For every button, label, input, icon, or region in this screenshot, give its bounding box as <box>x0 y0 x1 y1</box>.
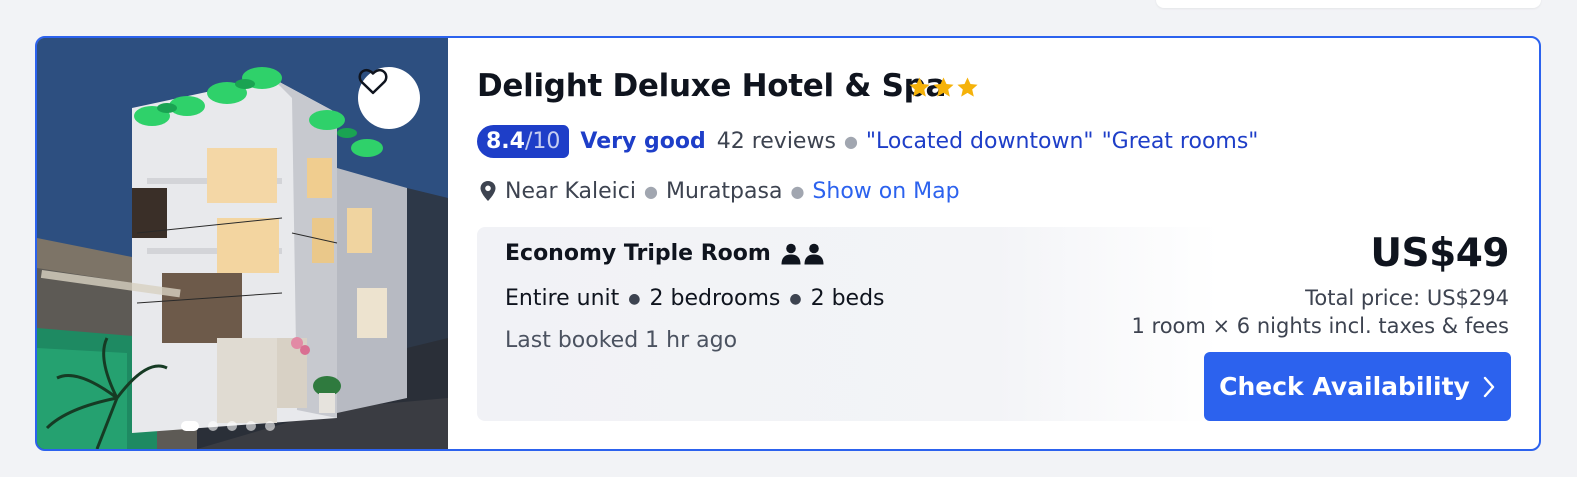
separator-dot: ● <box>790 181 805 201</box>
total-price: Total price: US$294 <box>1305 286 1509 310</box>
previous-result-card <box>1156 0 1541 8</box>
rating-row: 8.4/10 Very good 42 reviews ● "Located d… <box>477 124 1266 158</box>
separator-dot: ● <box>789 290 802 307</box>
review-count-link[interactable]: 42 reviews <box>717 129 836 154</box>
stay-summary: 1 room × 6 nights incl. taxes & fees <box>1131 314 1510 338</box>
review-highlight[interactable]: "Great rooms" <box>1102 129 1259 154</box>
room-detail: Entire unit <box>505 286 620 311</box>
two-person-icon <box>781 243 824 265</box>
star-icon <box>909 77 930 97</box>
nightly-price: US$49 <box>1370 231 1509 276</box>
room-detail: 2 bedrooms <box>649 286 781 311</box>
carousel-indicators <box>181 421 275 431</box>
rating-out-of: /10 <box>524 128 561 154</box>
location-row: Near Kaleici ● Muratpasa ● Show on Map <box>479 175 960 207</box>
separator-dot: ● <box>628 290 641 307</box>
star-icon <box>957 77 978 97</box>
map-pin-icon <box>480 181 496 201</box>
review-highlight[interactable]: "Located downtown" <box>866 129 1094 154</box>
chevron-right-icon <box>1483 376 1495 397</box>
separator-dot: ● <box>843 131 858 151</box>
location-area: Near Kaleici <box>505 178 637 204</box>
carousel-dot-active[interactable] <box>181 421 199 431</box>
star-icon <box>933 77 954 97</box>
rating-label: Very good <box>580 128 706 154</box>
carousel-dot[interactable] <box>227 421 237 431</box>
star-rating <box>908 76 979 99</box>
check-availability-label: Check Availability <box>1219 372 1470 401</box>
check-availability-button[interactable]: Check Availability <box>1204 352 1511 421</box>
rating-score: 8.4 <box>486 128 525 154</box>
hotel-result-card[interactable]: Delight Deluxe Hotel & Spa 8.4/10 Very g… <box>35 36 1541 451</box>
hotel-photo[interactable] <box>37 38 448 449</box>
carousel-dot[interactable] <box>208 421 218 431</box>
location-district: Muratpasa <box>665 178 783 204</box>
room-detail: 2 beds <box>810 286 885 311</box>
last-booked-text: Last booked 1 hr ago <box>505 328 738 353</box>
room-details: Entire unit ● 2 bedrooms ● 2 beds <box>505 286 885 311</box>
room-name: Economy Triple Room <box>505 241 771 266</box>
room-title: Economy Triple Room <box>505 241 824 266</box>
carousel-dot[interactable] <box>246 421 256 431</box>
show-on-map-link[interactable]: Show on Map <box>812 179 959 204</box>
carousel-dot[interactable] <box>265 421 275 431</box>
hotel-name[interactable]: Delight Deluxe Hotel & Spa <box>477 68 946 104</box>
favorite-button[interactable] <box>358 67 420 129</box>
rating-score-badge: 8.4/10 <box>477 124 570 158</box>
separator-dot: ● <box>644 181 658 201</box>
heart-outline-icon <box>358 68 388 95</box>
